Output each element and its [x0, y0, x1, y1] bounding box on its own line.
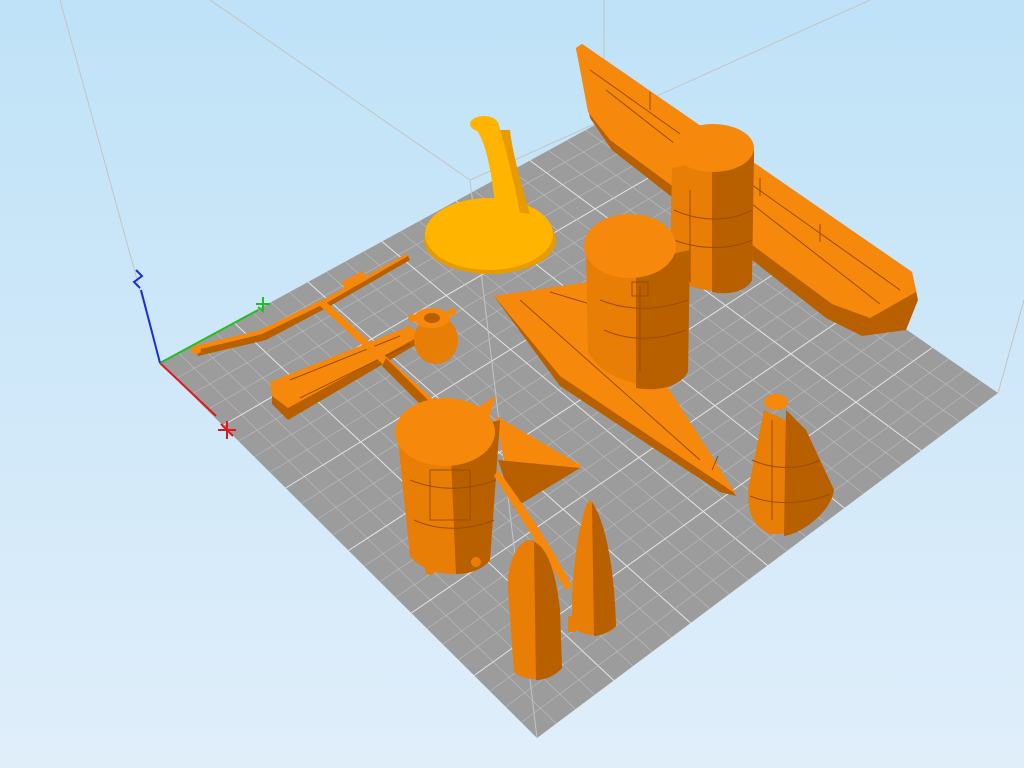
scene-canvas[interactable] [0, 0, 1024, 768]
3d-viewport[interactable] [0, 0, 1024, 768]
model-fuselage-mid[interactable] [584, 214, 690, 390]
